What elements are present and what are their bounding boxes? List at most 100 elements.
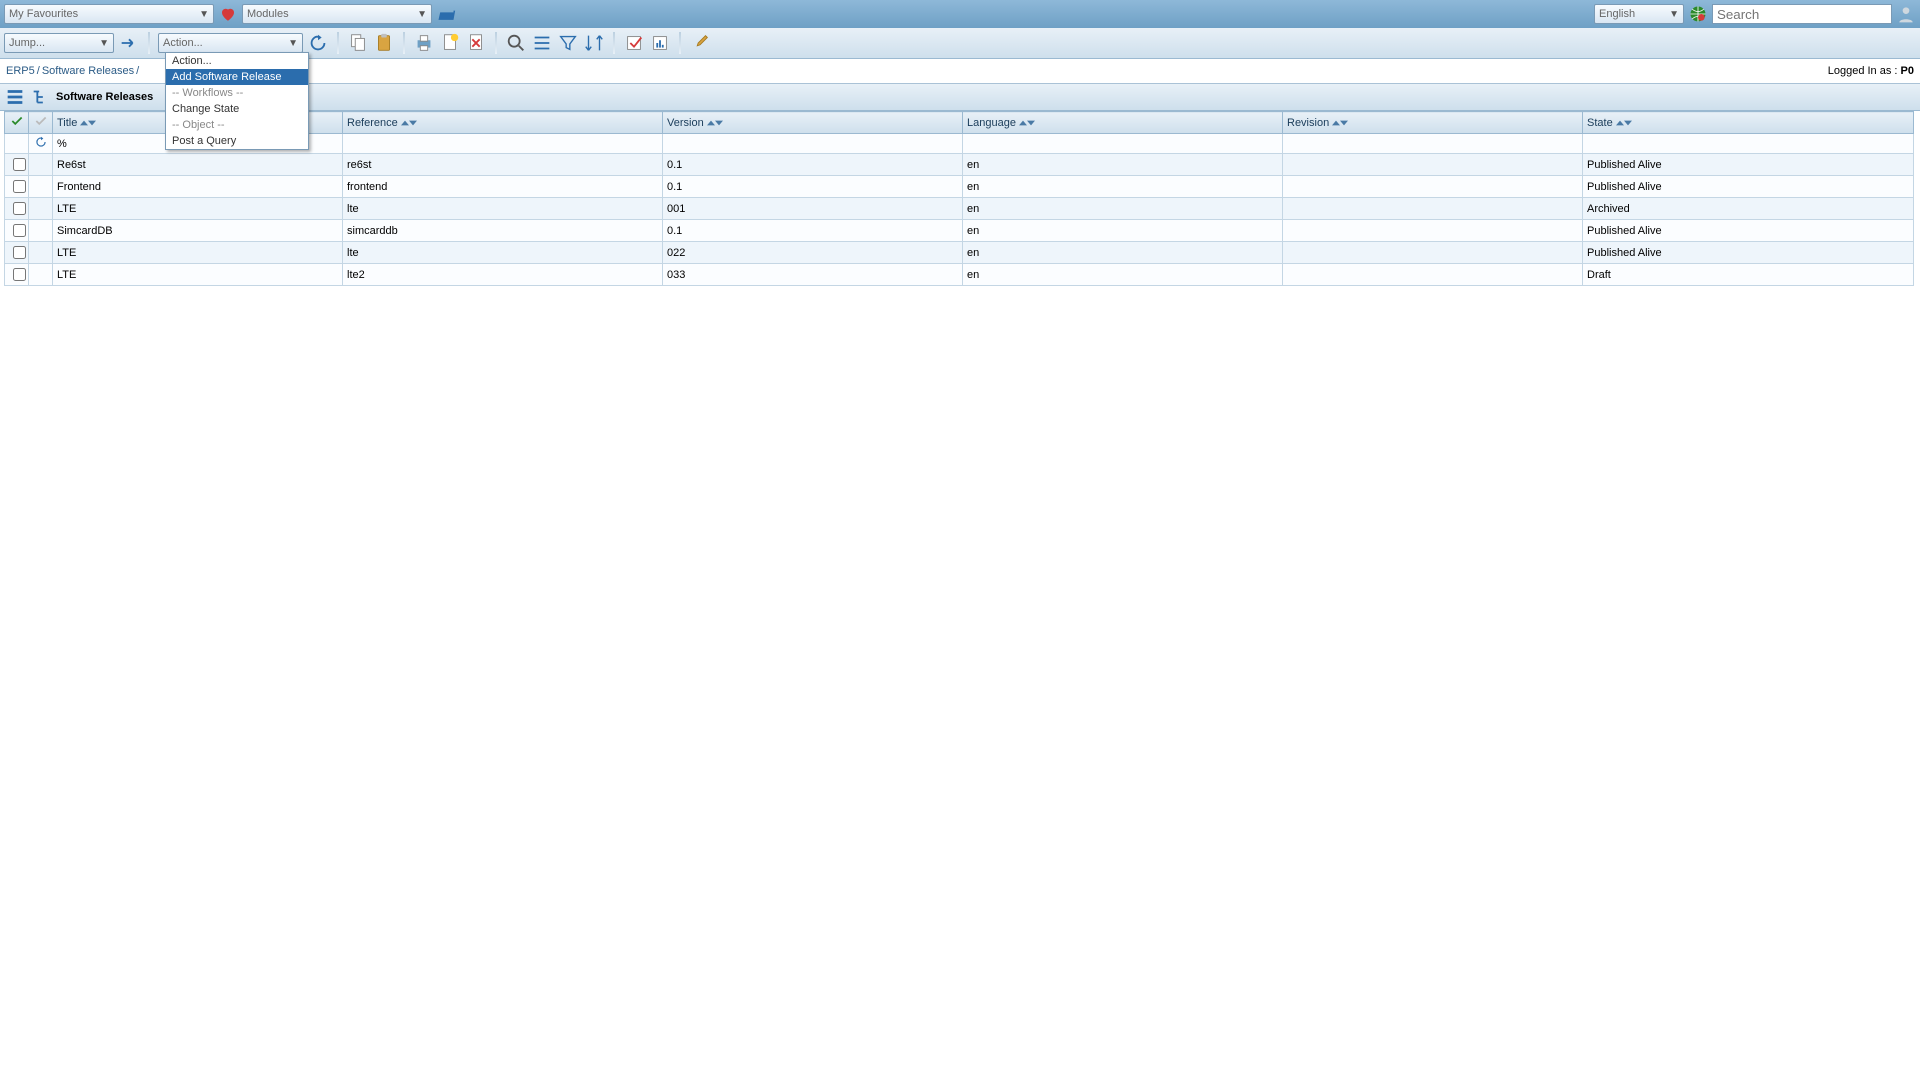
- col-header-revision-label: Revision: [1287, 117, 1329, 129]
- col-header-language[interactable]: Language: [963, 112, 1283, 134]
- cell-version: 0.1: [663, 220, 963, 242]
- col-header-reference[interactable]: Reference: [343, 112, 663, 134]
- row-checkbox[interactable]: [13, 268, 26, 281]
- my-favourites-dropdown[interactable]: My Favourites ▼: [4, 4, 214, 24]
- filter-state-input[interactable]: [1587, 138, 1909, 150]
- filter-version-input[interactable]: [667, 138, 958, 150]
- jump-dropdown[interactable]: Jump... ▼: [4, 33, 114, 53]
- cell-reference: re6st: [343, 154, 663, 176]
- cell-state: Published Alive: [1583, 154, 1914, 176]
- tree-list-icon[interactable]: [30, 86, 52, 108]
- breadcrumb-module[interactable]: Software Releases: [42, 65, 134, 77]
- table-row[interactable]: Re6stre6st0.1enPublished Alive: [5, 154, 1914, 176]
- row-checkbox[interactable]: [13, 202, 26, 215]
- configure-icon[interactable]: [689, 32, 711, 54]
- modules-label: Modules: [247, 8, 289, 20]
- search-input[interactable]: [1712, 4, 1892, 24]
- cell-title: SimcardDB: [53, 220, 343, 242]
- breadcrumb-sep: /: [35, 65, 42, 77]
- filter-reference-input[interactable]: [347, 138, 658, 150]
- action-menu-section-object: -- Object --: [166, 117, 308, 133]
- language-label: English: [1599, 8, 1635, 20]
- delete-icon[interactable]: [465, 32, 487, 54]
- cell-version: 022: [663, 242, 963, 264]
- heart-icon[interactable]: [218, 4, 238, 24]
- list-icon[interactable]: [531, 32, 553, 54]
- filter-apply-icon[interactable]: [29, 134, 53, 154]
- dropdown-arrow-icon: ▼: [99, 38, 109, 49]
- logged-in-label: Logged In as :: [1828, 65, 1898, 77]
- copy-icon[interactable]: [347, 32, 369, 54]
- cell-language: en: [963, 220, 1283, 242]
- jump-go-icon[interactable]: [118, 32, 140, 54]
- cell-language: en: [963, 264, 1283, 286]
- dropdown-arrow-icon: ▼: [1669, 9, 1679, 20]
- print-icon[interactable]: [413, 32, 435, 54]
- action-menu: Action... Add Software Release -- Workfl…: [165, 52, 309, 150]
- dropdown-arrow-icon: ▼: [417, 9, 427, 20]
- breadcrumb-root[interactable]: ERP5: [6, 65, 35, 77]
- separator: [403, 32, 405, 54]
- new-doc-icon[interactable]: [439, 32, 461, 54]
- flat-list-icon[interactable]: [4, 86, 26, 108]
- col-header-checkall[interactable]: [5, 112, 29, 134]
- separator: [613, 32, 615, 54]
- report-icon[interactable]: [649, 32, 671, 54]
- table-row[interactable]: LTElte001enArchived: [5, 198, 1914, 220]
- cell-reference: simcarddb: [343, 220, 663, 242]
- action-menu-post-query[interactable]: Post a Query: [166, 133, 308, 149]
- col-header-state[interactable]: State: [1583, 112, 1914, 134]
- row-checkbox[interactable]: [13, 180, 26, 193]
- search-tool-icon[interactable]: [505, 32, 527, 54]
- cell-reference: lte2: [343, 264, 663, 286]
- col-header-version-label: Version: [667, 117, 704, 129]
- row-checkbox[interactable]: [13, 224, 26, 237]
- table-row[interactable]: Frontendfrontend0.1enPublished Alive: [5, 176, 1914, 198]
- col-header-state-label: State: [1587, 117, 1613, 129]
- dropdown-arrow-icon: ▼: [199, 9, 209, 20]
- filter-language-input[interactable]: [967, 138, 1278, 150]
- cell-language: en: [963, 242, 1283, 264]
- refresh-icon[interactable]: [307, 32, 329, 54]
- export-icon[interactable]: [623, 32, 645, 54]
- cell-revision: [1283, 220, 1583, 242]
- col-header-revision[interactable]: Revision: [1283, 112, 1583, 134]
- cell-title: Re6st: [53, 154, 343, 176]
- table-row[interactable]: LTElte022enPublished Alive: [5, 242, 1914, 264]
- action-menu-change-state[interactable]: Change State: [166, 101, 308, 117]
- globe-icon[interactable]: [1688, 4, 1708, 24]
- filter-revision-input[interactable]: [1287, 138, 1578, 150]
- separator: [679, 32, 681, 54]
- search-submit-icon[interactable]: [1896, 4, 1916, 24]
- separator: [495, 32, 497, 54]
- table-row[interactable]: LTElte2033enDraft: [5, 264, 1914, 286]
- col-header-title-label: Title: [57, 117, 77, 129]
- modules-dropdown[interactable]: Modules ▼: [242, 4, 432, 24]
- row-checkbox[interactable]: [13, 246, 26, 259]
- breadcrumb-sep: /: [134, 65, 141, 77]
- action-menu-placeholder[interactable]: Action...: [166, 53, 308, 69]
- cell-title: LTE: [53, 242, 343, 264]
- action-dropdown[interactable]: Action... ▼: [158, 33, 303, 53]
- cell-state: Published Alive: [1583, 220, 1914, 242]
- filter-icon[interactable]: [557, 32, 579, 54]
- folder-open-icon[interactable]: [436, 4, 456, 24]
- cell-title: LTE: [53, 264, 343, 286]
- cell-version: 0.1: [663, 176, 963, 198]
- row-checkbox[interactable]: [13, 158, 26, 171]
- action-menu-add-software-release[interactable]: Add Software Release: [166, 69, 308, 85]
- col-header-uncheckall[interactable]: [29, 112, 53, 134]
- table-row[interactable]: SimcardDBsimcarddb0.1en Published Alive: [5, 220, 1914, 242]
- cell-version: 001: [663, 198, 963, 220]
- action-label: Action...: [163, 37, 203, 49]
- cell-revision: [1283, 242, 1583, 264]
- cell-language: en: [963, 176, 1283, 198]
- sort-icon[interactable]: [583, 32, 605, 54]
- separator: [337, 32, 339, 54]
- col-header-version[interactable]: Version: [663, 112, 963, 134]
- col-header-language-label: Language: [967, 117, 1016, 129]
- language-dropdown[interactable]: English ▼: [1594, 4, 1684, 24]
- paste-icon[interactable]: [373, 32, 395, 54]
- cell-language: en: [963, 198, 1283, 220]
- cell-state: Archived: [1583, 198, 1914, 220]
